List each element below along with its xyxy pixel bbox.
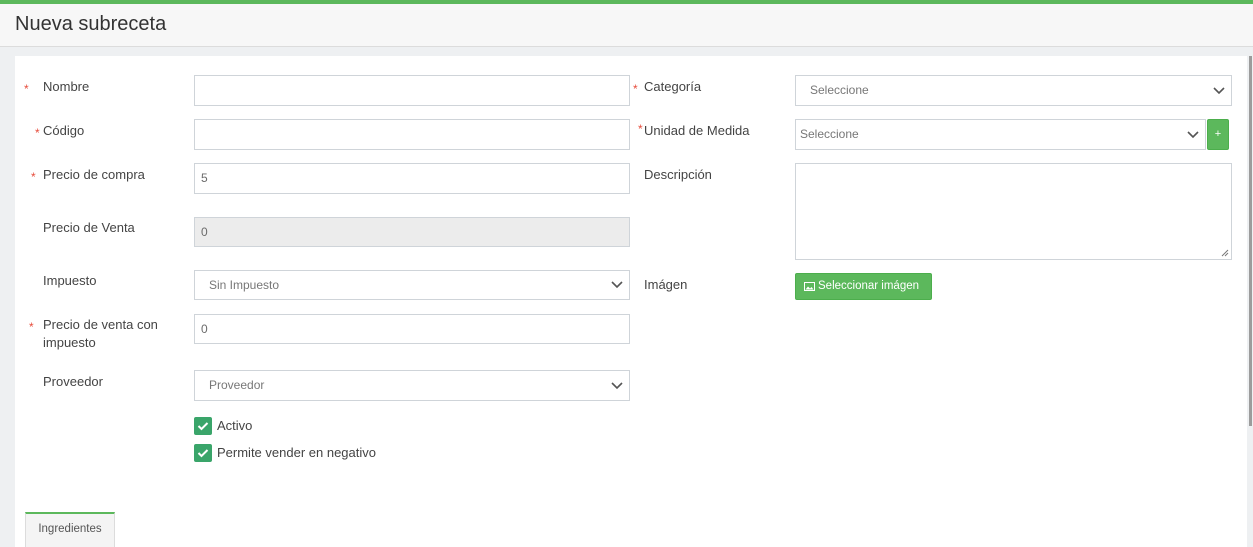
categoria-label: Categoría [644, 79, 702, 94]
precio-venta-impuesto-input[interactable]: 0 [194, 314, 630, 344]
required-mark: * [638, 122, 643, 136]
unidad-medida-select[interactable]: Seleccione [795, 119, 1206, 150]
required-mark: * [29, 320, 34, 334]
descripcion-textarea[interactable] [795, 163, 1232, 260]
page-header: Nueva subreceta [0, 4, 1253, 47]
imagen-label: Imágen [644, 277, 688, 292]
chevron-down-icon [1213, 87, 1225, 95]
precio-venta-input: 0 [194, 217, 630, 247]
precio-compra-input[interactable]: 5 [194, 163, 630, 194]
proveedor-label: Proveedor [43, 374, 103, 389]
unidad-medida-selected-value: Seleccione [800, 127, 859, 141]
page-title: Nueva subreceta [15, 13, 167, 35]
codigo-label: Código [43, 123, 85, 138]
add-unidad-button[interactable]: + [1207, 119, 1229, 150]
chevron-down-icon [611, 281, 623, 289]
select-image-label: Seleccionar imágen [818, 280, 920, 292]
impuesto-label: Impuesto [43, 273, 97, 288]
precio-compra-label: Precio de compra [43, 167, 145, 182]
unidad-medida-label: Unidad de Medida [644, 123, 750, 138]
nombre-label: Nombre [43, 79, 90, 94]
required-mark: * [35, 126, 40, 140]
activo-checkbox[interactable] [194, 417, 212, 435]
nombre-input[interactable] [194, 75, 630, 106]
chevron-down-icon [611, 382, 623, 390]
descripcion-label: Descripción [644, 167, 712, 182]
required-mark: * [24, 82, 29, 96]
check-icon [197, 422, 209, 431]
required-mark: * [31, 170, 36, 184]
negativo-label: Permite vender en negativo [217, 445, 376, 460]
precio-venta-label: Precio de Venta [43, 220, 135, 235]
scrollbar[interactable] [1249, 56, 1252, 426]
precio-venta-impuesto-label-line2: impuesto [43, 335, 96, 350]
proveedor-select[interactable]: Proveedor [194, 370, 630, 401]
negativo-checkbox[interactable] [194, 444, 212, 462]
tab-ingredientes[interactable]: Ingredientes [25, 512, 115, 547]
resize-handle-icon[interactable] [1221, 249, 1229, 257]
required-mark: * [633, 82, 638, 96]
precio-venta-impuesto-label-line1: Precio de venta con [43, 317, 158, 332]
chevron-down-icon [1187, 131, 1199, 139]
impuesto-selected-value: Sin Impuesto [209, 278, 280, 292]
select-image-button[interactable]: Seleccionar imágen [795, 273, 932, 300]
codigo-input[interactable] [194, 119, 630, 150]
categoria-selected-value: Seleccione [810, 83, 869, 97]
check-icon [197, 449, 209, 458]
activo-label: Activo [217, 418, 253, 433]
image-icon [804, 282, 815, 291]
proveedor-selected-value: Proveedor [209, 378, 265, 392]
categoria-select[interactable]: Seleccione [795, 75, 1232, 106]
impuesto-select[interactable]: Sin Impuesto [194, 270, 630, 300]
